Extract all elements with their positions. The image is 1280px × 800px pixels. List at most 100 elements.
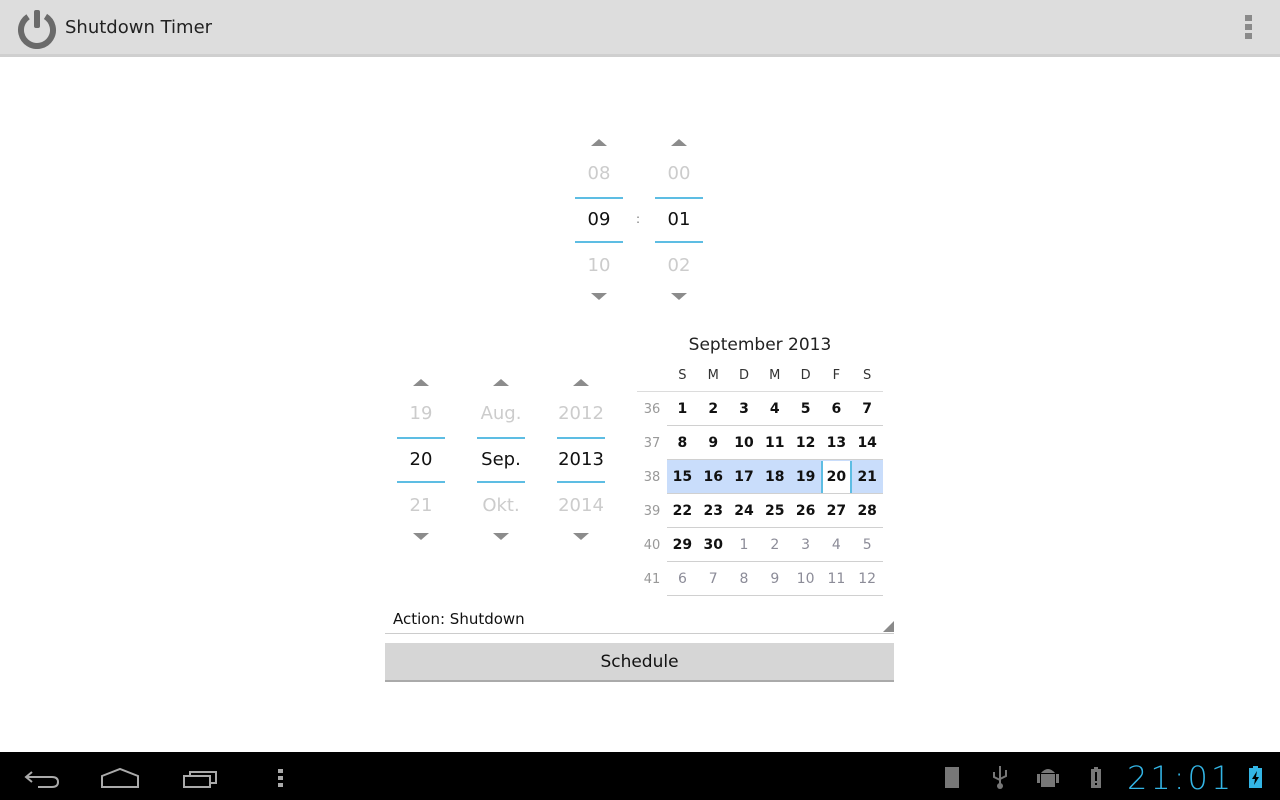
calendar-day[interactable]: 26 (790, 495, 821, 527)
hour-prev[interactable]: 08 (575, 151, 623, 197)
day-picker[interactable]: 19 20 21 (397, 375, 445, 545)
calendar-view[interactable]: September 2013 S M D M D F S 36 1 2 3 4 5 6 7 37… (637, 330, 883, 596)
calendar-day[interactable]: 27 (821, 495, 852, 527)
calendar-day[interactable]: 3 (790, 529, 821, 561)
calendar-day[interactable]: 18 (759, 461, 790, 493)
power-icon[interactable] (16, 7, 58, 49)
calendar-day[interactable]: 11 (821, 563, 852, 595)
hour-picker[interactable]: 08 09 10 (575, 135, 623, 305)
calendar-day[interactable]: 9 (698, 427, 729, 459)
calendar-day[interactable]: 16 (698, 461, 729, 493)
month-prev[interactable]: Aug. (477, 391, 525, 437)
calendar-day[interactable]: 14 (852, 427, 883, 459)
calendar-day[interactable]: 22 (667, 495, 698, 527)
week-number: 36 (643, 401, 661, 417)
day-current[interactable]: 20 (397, 437, 445, 483)
action-spinner[interactable]: Action: Shutdown (385, 606, 894, 634)
day-decrement-button[interactable] (397, 529, 445, 545)
clock[interactable]: 21:01 (1127, 759, 1234, 797)
day-next[interactable]: 21 (397, 483, 445, 529)
year-current[interactable]: 2013 (557, 437, 605, 483)
calendar-day[interactable]: 11 (759, 427, 790, 459)
week-number: 38 (643, 469, 661, 485)
month-current[interactable]: Sep. (477, 437, 525, 483)
calendar-day[interactable]: 28 (852, 495, 883, 527)
calendar-day[interactable]: 12 (852, 563, 883, 595)
usb-icon (993, 766, 1007, 789)
calendar-day[interactable]: 3 (729, 393, 760, 425)
calendar-day[interactable]: 15 (667, 461, 698, 493)
weekday-header: S M D M D F S (637, 360, 883, 392)
calendar-day[interactable]: 24 (729, 495, 760, 527)
calendar-day[interactable]: 1 (667, 393, 698, 425)
calendar-day[interactable]: 9 (759, 563, 790, 595)
calendar-day[interactable]: 10 (790, 563, 821, 595)
recent-apps-icon[interactable] (176, 762, 226, 792)
calendar-day[interactable]: 6 (667, 563, 698, 595)
calendar-day[interactable]: 2 (759, 529, 790, 561)
minute-current[interactable]: 01 (655, 197, 703, 243)
calendar-day[interactable]: 23 (698, 495, 729, 527)
schedule-button[interactable]: Schedule (385, 643, 894, 682)
year-decrement-button[interactable] (557, 529, 605, 545)
calendar-day[interactable]: 12 (790, 427, 821, 459)
calendar-week-row: 37 8 9 10 11 12 13 14 (637, 426, 883, 460)
calendar-day[interactable]: 30 (698, 529, 729, 561)
hour-next[interactable]: 10 (575, 243, 623, 289)
minute-increment-button[interactable] (655, 135, 703, 151)
home-icon[interactable] (96, 762, 146, 792)
minute-next[interactable]: 02 (655, 243, 703, 289)
calendar-day[interactable]: 4 (821, 529, 852, 561)
calendar-week-row: 41 6 7 8 9 10 11 12 (637, 562, 883, 596)
weekday-label: F (832, 368, 841, 383)
calendar-day[interactable]: 8 (729, 563, 760, 595)
calendar-day[interactable]: 10 (729, 427, 760, 459)
calendar-day[interactable]: 21 (852, 461, 883, 493)
hour-increment-button[interactable] (575, 135, 623, 151)
week-number: 37 (643, 435, 661, 451)
calendar-day[interactable]: 8 (667, 427, 698, 459)
day-prev[interactable]: 19 (397, 391, 445, 437)
week-number: 40 (643, 537, 661, 553)
calendar-day[interactable]: 6 (821, 393, 852, 425)
year-next[interactable]: 2014 (557, 483, 605, 529)
hour-decrement-button[interactable] (575, 289, 623, 305)
year-picker[interactable]: 2012 2013 2014 (557, 375, 605, 545)
calendar-day[interactable]: 13 (821, 427, 852, 459)
calendar-week-days: 6 7 8 9 10 11 12 (667, 562, 883, 596)
calendar-day[interactable]: 25 (759, 495, 790, 527)
hour-current[interactable]: 09 (575, 197, 623, 243)
calendar-week-days: 8 9 10 11 12 13 14 (667, 426, 883, 460)
weekday-label: M (769, 368, 781, 383)
minute-prev[interactable]: 00 (655, 151, 703, 197)
back-icon[interactable] (18, 762, 68, 792)
calendar-day[interactable]: 5 (852, 529, 883, 561)
month-decrement-button[interactable] (477, 529, 525, 545)
action-spinner-label: Action: Shutdown (393, 610, 525, 628)
day-increment-button[interactable] (397, 375, 445, 391)
calendar-week-days: 22 23 24 25 26 27 28 (667, 494, 883, 528)
weekday-label: S (863, 368, 872, 383)
calendar-day[interactable]: 2 (698, 393, 729, 425)
sd-card-icon (945, 767, 959, 788)
calendar-day[interactable]: 7 (698, 563, 729, 595)
menu-icon[interactable] (256, 762, 306, 792)
calendar-day[interactable]: 1 (729, 529, 760, 561)
calendar-day[interactable]: 7 (852, 393, 883, 425)
calendar-day[interactable]: 4 (759, 393, 790, 425)
year-increment-button[interactable] (557, 375, 605, 391)
calendar-week-row: 40 29 30 1 2 3 4 5 (637, 528, 883, 562)
calendar-day[interactable]: 29 (667, 529, 698, 561)
month-picker[interactable]: Aug. Sep. Okt. (477, 375, 525, 545)
month-increment-button[interactable] (477, 375, 525, 391)
calendar-day[interactable]: 5 (790, 393, 821, 425)
overflow-menu-icon[interactable] (1240, 15, 1256, 41)
year-prev[interactable]: 2012 (557, 391, 605, 437)
calendar-day[interactable]: 17 (729, 461, 760, 493)
calendar-day[interactable]: 20 (820, 460, 852, 493)
minute-picker[interactable]: 00 01 02 (655, 135, 703, 305)
calendar-day[interactable]: 19 (790, 461, 821, 493)
minute-decrement-button[interactable] (655, 289, 703, 305)
calendar-week-days: 29 30 1 2 3 4 5 (667, 528, 883, 562)
month-next[interactable]: Okt. (477, 483, 525, 529)
